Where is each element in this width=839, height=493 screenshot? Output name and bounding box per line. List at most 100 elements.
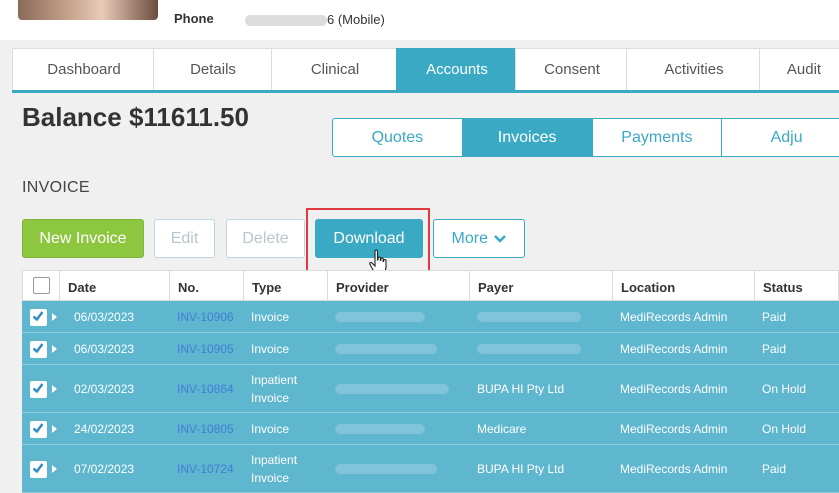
table-header: Date No. Type Provider Payer Location St… bbox=[22, 270, 839, 301]
check-icon bbox=[32, 382, 44, 393]
cell-invoice-no[interactable]: INV-10724 bbox=[169, 445, 243, 492]
cell-status-text: Paid bbox=[762, 461, 787, 476]
cell-payer bbox=[469, 333, 612, 364]
phone-suffix: 6 (Mobile) bbox=[327, 12, 385, 27]
row-checkbox[interactable] bbox=[30, 340, 47, 358]
tab-consent[interactable]: Consent bbox=[515, 48, 629, 90]
subtab-invoices[interactable]: Invoices bbox=[461, 118, 593, 157]
subtab-payments[interactable]: Payments bbox=[591, 118, 723, 157]
tab-audit[interactable]: Audit bbox=[759, 48, 839, 90]
record-tabs: Dashboard Details Clinical Accounts Cons… bbox=[12, 48, 839, 92]
cell-location-text: MediRecords Admin bbox=[620, 461, 728, 476]
header-provider[interactable]: Provider bbox=[328, 271, 470, 300]
check-icon bbox=[32, 462, 44, 473]
cell-date: 02/03/2023 bbox=[66, 365, 176, 412]
table-body: 06/03/2023 INV-10906 Invoice MediRecords Ad… bbox=[22, 301, 839, 493]
edit-button[interactable]: Edit bbox=[154, 219, 215, 258]
cell-status: On Hold bbox=[754, 365, 839, 412]
cell-date-text: 24/02/2023 bbox=[74, 421, 135, 436]
cell-invoice-no-text: INV-10805 bbox=[177, 421, 234, 436]
redacted-payer bbox=[477, 311, 581, 322]
row-checkbox[interactable] bbox=[30, 420, 47, 438]
cell-provider bbox=[327, 413, 469, 444]
cell-payer-text: BUPA HI Pty Ltd bbox=[477, 381, 565, 396]
redacted-provider bbox=[335, 463, 437, 474]
cell-provider bbox=[327, 301, 469, 332]
tab-accounts[interactable]: Accounts bbox=[396, 48, 518, 92]
cell-invoice-no-text: INV-10864 bbox=[177, 381, 234, 396]
cell-status-text: On Hold bbox=[762, 421, 807, 436]
cell-payer-text: BUPA HI Pty Ltd bbox=[477, 461, 565, 476]
tab-dashboard[interactable]: Dashboard bbox=[12, 48, 156, 90]
redacted-phone bbox=[245, 15, 327, 27]
cell-type-text: Inpatient Invoice bbox=[251, 452, 298, 485]
cell-date-text: 06/03/2023 bbox=[74, 341, 135, 356]
expand-arrow-icon[interactable] bbox=[52, 345, 57, 353]
cell-provider bbox=[327, 333, 469, 364]
expand-arrow-icon[interactable] bbox=[52, 425, 57, 433]
cell-invoice-no-text: INV-10905 bbox=[177, 341, 234, 356]
expand-arrow-icon[interactable] bbox=[52, 385, 57, 393]
phone-value: 6 (Mobile) bbox=[245, 12, 385, 27]
cell-status: Paid bbox=[754, 333, 839, 364]
cell-status-text: Paid bbox=[762, 309, 787, 324]
header-location[interactable]: Location bbox=[613, 271, 755, 300]
row-checkbox[interactable] bbox=[30, 460, 47, 478]
cell-payer bbox=[469, 301, 612, 332]
invoice-table: Date No. Type Provider Payer Location St… bbox=[22, 270, 839, 493]
cell-invoice-no[interactable]: INV-10905 bbox=[169, 333, 243, 364]
cell-date-text: 07/02/2023 bbox=[74, 461, 135, 476]
table-row[interactable]: 07/02/2023 INV-10724 Inpatient Invoice BUPA… bbox=[22, 445, 839, 493]
cell-date-text: 02/03/2023 bbox=[74, 381, 135, 396]
cell-date: 24/02/2023 bbox=[66, 413, 176, 444]
redacted-provider bbox=[335, 383, 449, 394]
header-type[interactable]: Type bbox=[244, 271, 328, 300]
more-label: More bbox=[451, 230, 488, 247]
cell-status: On Hold bbox=[754, 413, 839, 444]
expand-arrow-icon[interactable] bbox=[52, 313, 57, 321]
cell-location-text: MediRecords Admin bbox=[620, 341, 728, 356]
cell-type: Invoice bbox=[243, 413, 327, 444]
cell-invoice-no[interactable]: INV-10864 bbox=[169, 365, 243, 412]
more-button[interactable]: More bbox=[433, 219, 525, 258]
cell-status: Paid bbox=[754, 301, 839, 332]
check-icon bbox=[32, 422, 44, 433]
table-row[interactable]: 02/03/2023 INV-10864 Inpatient Invoice BUPA… bbox=[22, 365, 839, 413]
cell-payer: Medicare bbox=[469, 413, 612, 444]
select-all-checkbox[interactable] bbox=[33, 277, 50, 294]
table-row[interactable]: 24/02/2023 INV-10805 Invoice Medicare MediRe… bbox=[22, 413, 839, 445]
redacted-payer bbox=[477, 343, 581, 354]
tab-activities[interactable]: Activities bbox=[626, 48, 762, 90]
accounts-subtabs: Quotes Invoices Payments Adju bbox=[332, 118, 839, 157]
row-checkbox[interactable] bbox=[30, 380, 47, 398]
cell-location-text: MediRecords Admin bbox=[620, 309, 728, 324]
cell-type: Inpatient Invoice bbox=[243, 445, 327, 492]
redacted-provider bbox=[335, 311, 425, 322]
new-invoice-button[interactable]: New Invoice bbox=[22, 219, 144, 258]
check-icon bbox=[32, 342, 44, 353]
table-row[interactable]: 06/03/2023 INV-10906 Invoice MediRecords Ad… bbox=[22, 301, 839, 333]
subtab-quotes[interactable]: Quotes bbox=[332, 118, 463, 157]
cell-type-text: Inpatient Invoice bbox=[251, 372, 298, 405]
tab-details[interactable]: Details bbox=[153, 48, 273, 90]
section-title: INVOICE bbox=[22, 179, 90, 196]
cell-location: MediRecords Admin bbox=[612, 413, 754, 444]
header-date[interactable]: Date bbox=[60, 271, 170, 300]
tab-clinical[interactable]: Clinical bbox=[271, 48, 399, 90]
table-row[interactable]: 06/03/2023 INV-10905 Invoice MediRecords Ad… bbox=[22, 333, 839, 365]
header-select-cell bbox=[23, 271, 60, 300]
delete-button[interactable]: Delete bbox=[226, 219, 305, 258]
cell-invoice-no[interactable]: INV-10805 bbox=[169, 413, 243, 444]
expand-arrow-icon[interactable] bbox=[52, 465, 57, 473]
cell-location: MediRecords Admin bbox=[612, 365, 754, 412]
subtab-adjustments[interactable]: Adju bbox=[721, 118, 839, 157]
cell-type-text: Invoice bbox=[251, 341, 290, 356]
row-checkbox[interactable] bbox=[30, 308, 47, 326]
header-no[interactable]: No. bbox=[170, 271, 244, 300]
cell-status: Paid bbox=[754, 445, 839, 492]
chevron-down-icon bbox=[494, 234, 507, 243]
header-status[interactable]: Status bbox=[755, 271, 839, 300]
header-payer[interactable]: Payer bbox=[470, 271, 613, 300]
cell-invoice-no[interactable]: INV-10906 bbox=[169, 301, 243, 332]
cell-type: Invoice bbox=[243, 301, 327, 332]
